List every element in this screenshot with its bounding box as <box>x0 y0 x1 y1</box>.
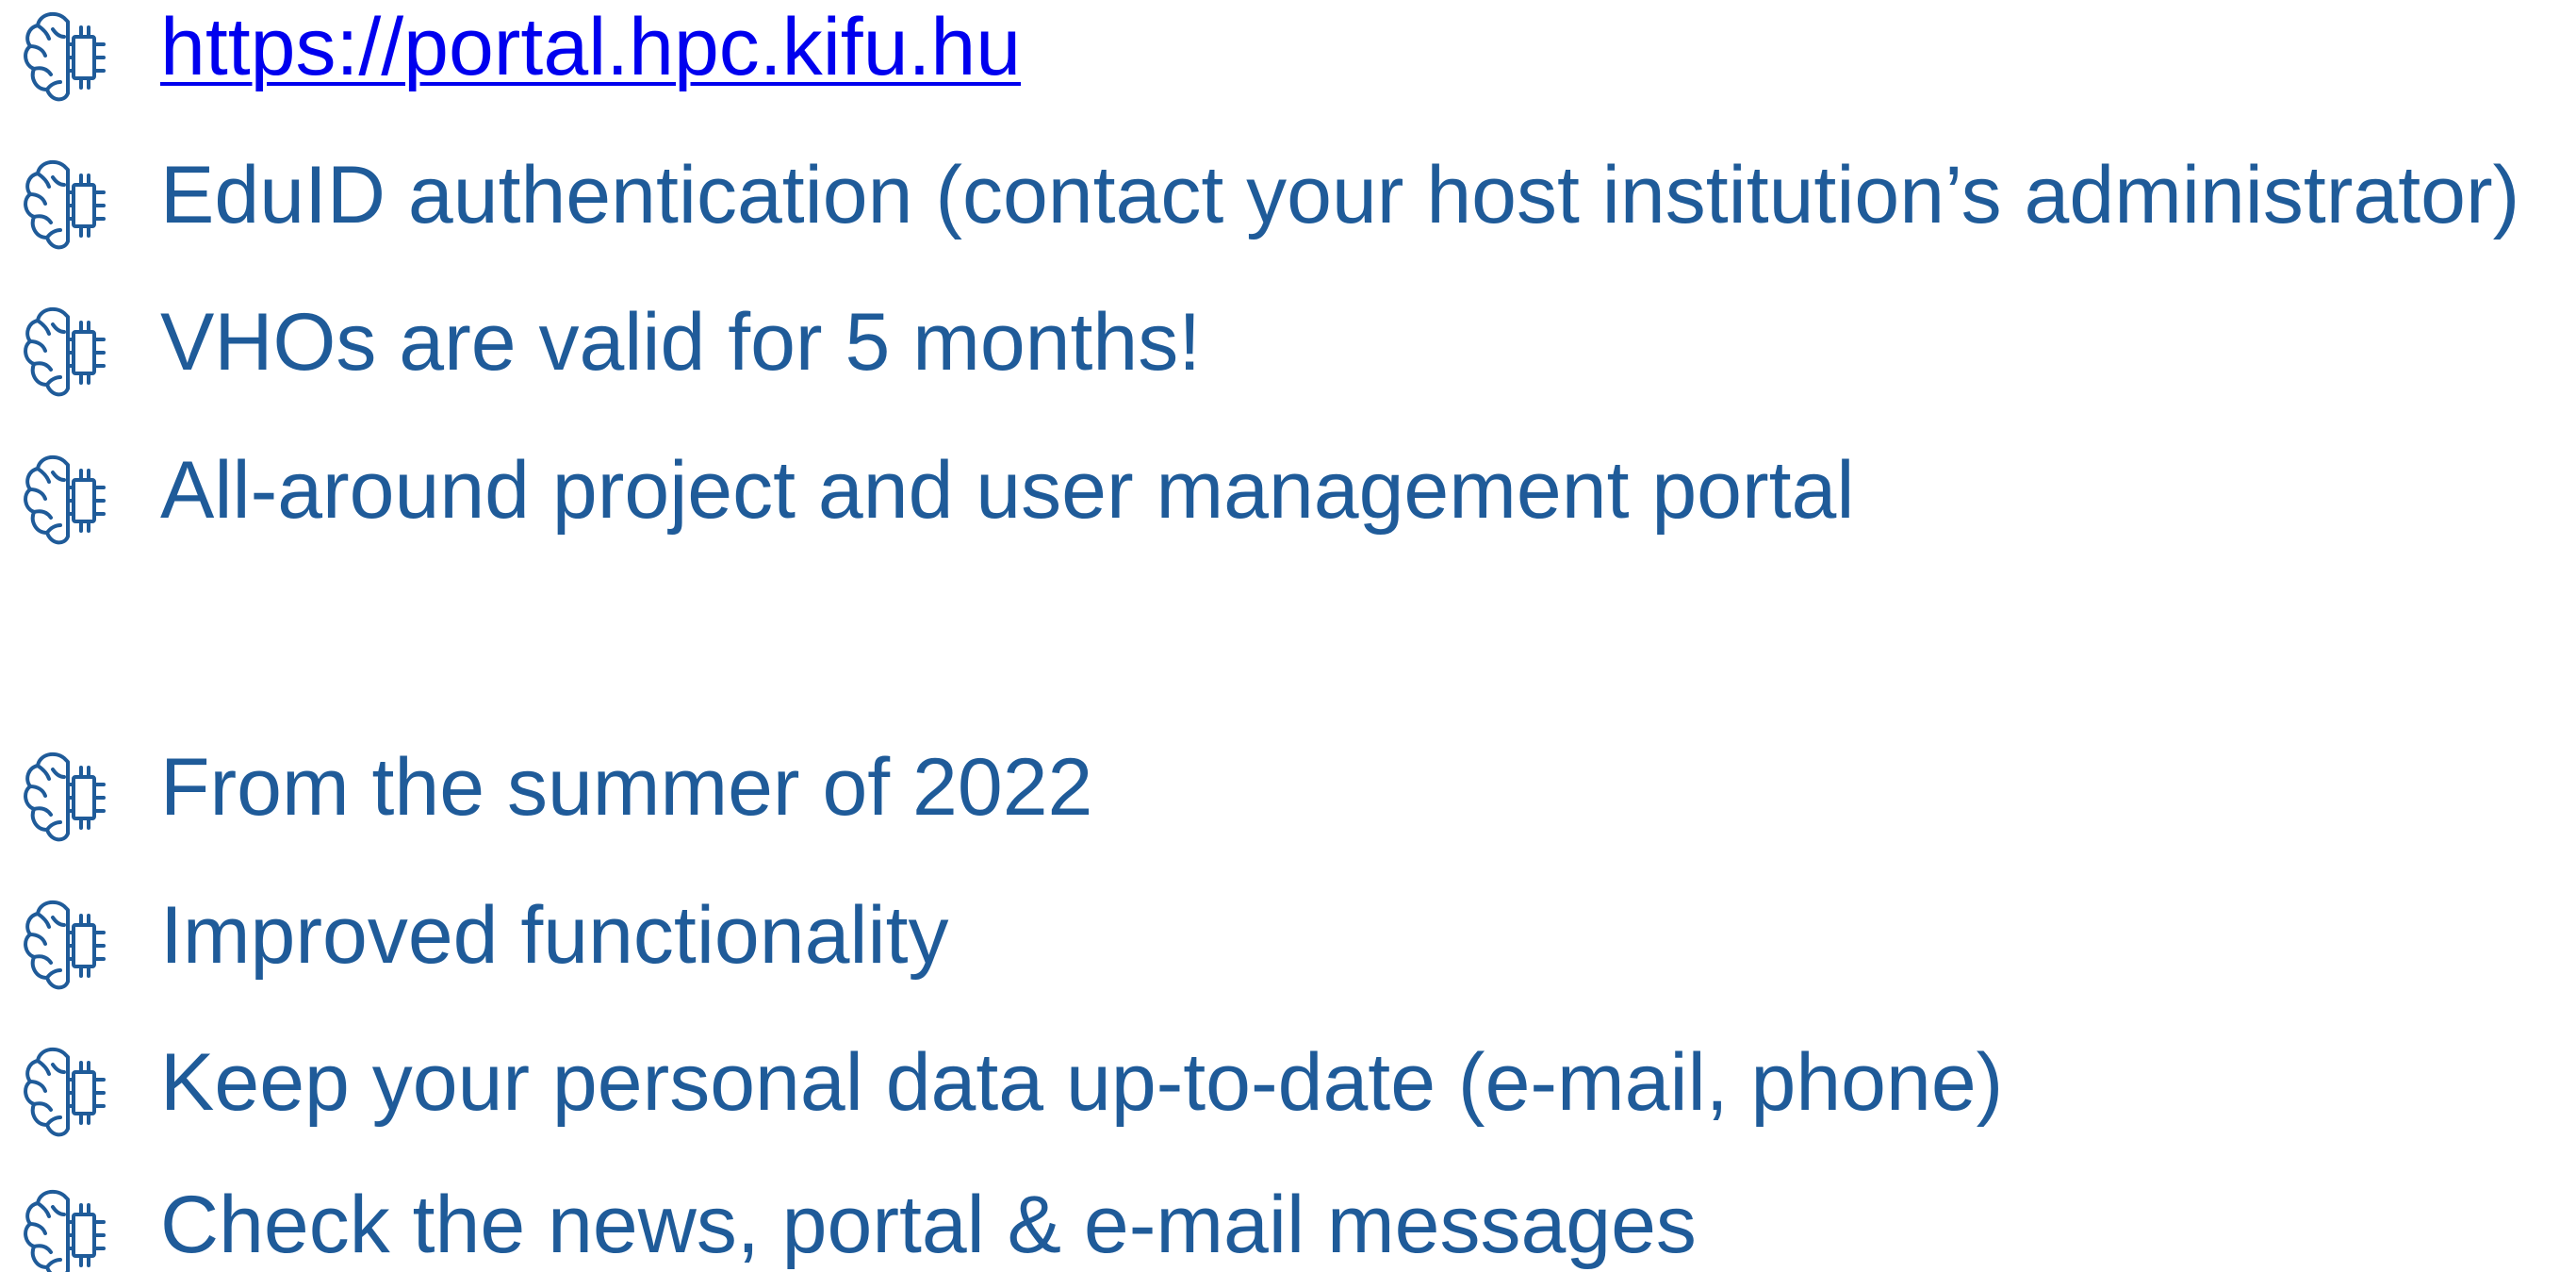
bullet-item: Check the news, portal & e-mail messages <box>0 1178 2576 1272</box>
brain-circuit-icon <box>23 1186 109 1272</box>
bullet-text: All-around project and user management p… <box>160 445 1855 536</box>
bullet-item: Keep your personal data up-to-date (e-ma… <box>0 1035 2576 1137</box>
brain-circuit-icon <box>23 304 109 402</box>
brain-circuit-icon <box>23 452 109 550</box>
bullet-text: EduID authentication (contact your host … <box>160 150 2520 240</box>
bullet-item: Improved functionality <box>0 888 2576 990</box>
bullet-item: VHOs are valid for 5 months! <box>0 295 2576 397</box>
bullet-item: From the summer of 2022 <box>0 740 2576 842</box>
bullet-text: Improved functionality <box>160 890 949 981</box>
brain-circuit-icon <box>23 157 109 255</box>
bullet-text: From the summer of 2022 <box>160 742 1093 833</box>
portal-link[interactable]: https://portal.hpc.kifu.hu <box>160 0 1021 94</box>
bullet-item: All-around project and user management p… <box>0 443 2576 545</box>
bullet-item: https://portal.hpc.kifu.hu <box>0 0 2576 102</box>
bullet-text: Keep your personal data up-to-date (e-ma… <box>160 1037 2004 1128</box>
brain-circuit-icon <box>23 8 109 107</box>
brain-circuit-icon <box>23 897 109 995</box>
bullet-text: Check the news, portal & e-mail messages <box>160 1180 1697 1270</box>
bullet-text: VHOs are valid for 5 months! <box>160 297 1202 388</box>
brain-circuit-icon <box>23 1044 109 1142</box>
slide-page: https://portal.hpc.kifu.hu EduID authent… <box>0 0 2576 1272</box>
bullet-item: EduID authentication (contact your host … <box>0 148 2576 250</box>
brain-circuit-icon <box>23 749 109 847</box>
